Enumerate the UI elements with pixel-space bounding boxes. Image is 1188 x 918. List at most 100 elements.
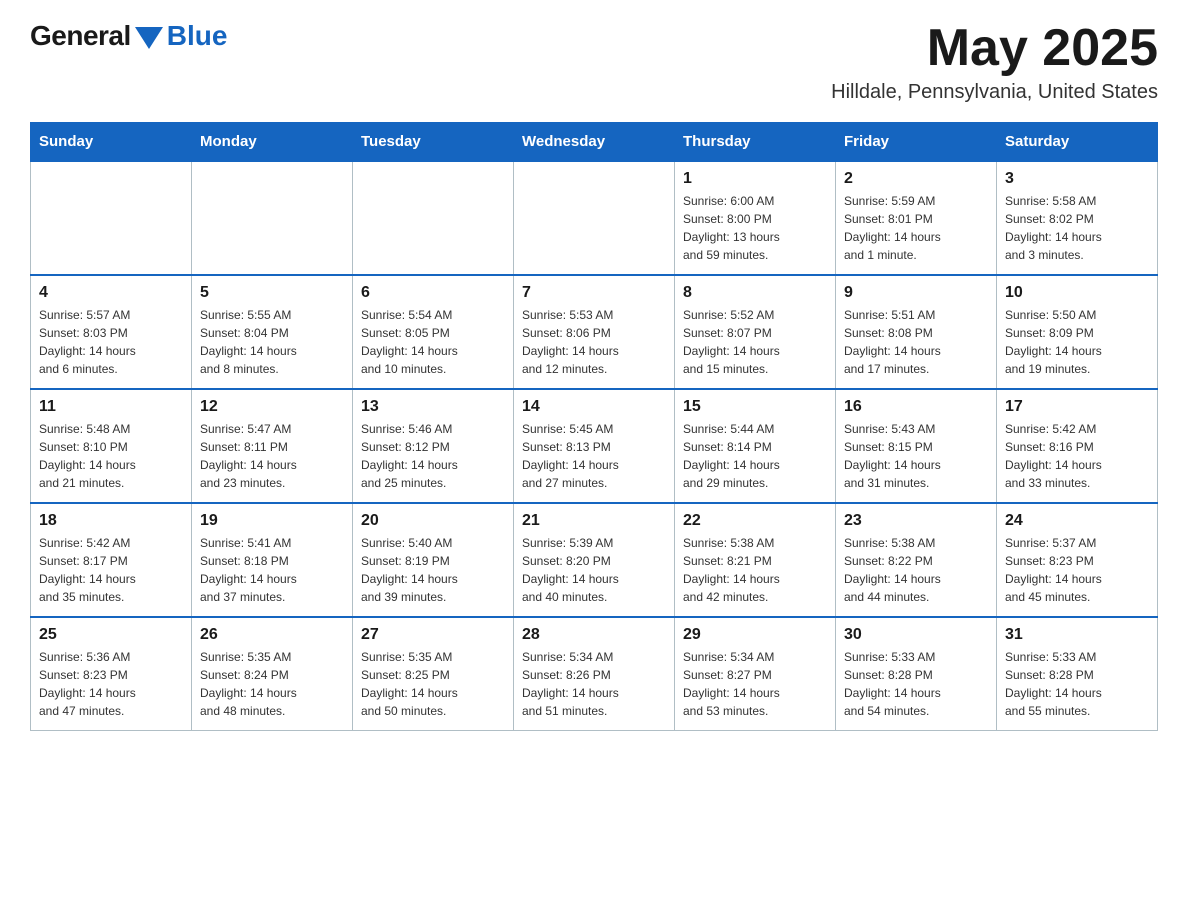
calendar-week-row: 11 Sunrise: 5:48 AM Sunset: 8:10 PM Dayli… [31,389,1158,503]
calendar-cell: 31 Sunrise: 5:33 AM Sunset: 8:28 PM Dayli… [997,617,1158,731]
calendar-day-header: Friday [836,123,997,162]
calendar-cell [31,161,192,275]
day-number: 19 [200,512,344,530]
calendar-cell: 13Sunrise: 5:46 AM Sunset: 8:12 PM Dayli… [353,389,514,503]
day-info: Sunrise: 5:38 AM Sunset: 8:22 PM Dayligh… [844,534,988,606]
day-number: 6 [361,284,505,302]
day-number: 10 [1005,284,1149,302]
calendar-cell: 2Sunrise: 5:59 AM Sunset: 8:01 PM Daylig… [836,161,997,275]
day-number: 21 [522,512,666,530]
day-info: Sunrise: 5:34 AM Sunset: 8:26 PM Dayligh… [522,648,666,720]
day-number: 23 [844,512,988,530]
calendar-cell: 22 Sunrise: 5:38 AM Sunset: 8:21 PM Dayli… [675,503,836,617]
calendar-day-header: Thursday [675,123,836,162]
day-info: Sunrise: 5:33 AM Sunset: 8:28 PM Dayligh… [844,648,988,720]
day-info: Sunrise: 5:45 AM Sunset: 8:13 PM Dayligh… [522,420,666,492]
calendar-cell: 23 Sunrise: 5:38 AM Sunset: 8:22 PM Dayli… [836,503,997,617]
day-info: Sunrise: 5:41 AM Sunset: 8:18 PM Dayligh… [200,534,344,606]
day-info: Sunrise: 5:51 AM Sunset: 8:08 PM Dayligh… [844,306,988,378]
day-info: Sunrise: 5:36 AM Sunset: 8:23 PM Dayligh… [39,648,183,720]
day-number: 16 [844,398,988,416]
logo-triangle-icon [135,27,163,49]
day-info: Sunrise: 5:35 AM Sunset: 8:25 PM Dayligh… [361,648,505,720]
day-number: 24 [1005,512,1149,530]
day-info: Sunrise: 5:57 AM Sunset: 8:03 PM Dayligh… [39,306,183,378]
day-info: Sunrise: 5:35 AM Sunset: 8:24 PM Dayligh… [200,648,344,720]
calendar-cell: 26 Sunrise: 5:35 AM Sunset: 8:24 PM Dayli… [192,617,353,731]
calendar-cell: 27 Sunrise: 5:35 AM Sunset: 8:25 PM Dayli… [353,617,514,731]
calendar-cell: 18Sunrise: 5:42 AM Sunset: 8:17 PM Dayli… [31,503,192,617]
calendar-week-row: 18Sunrise: 5:42 AM Sunset: 8:17 PM Dayli… [31,503,1158,617]
logo-blue-text: Blue [167,20,228,52]
day-info: Sunrise: 5:43 AM Sunset: 8:15 PM Dayligh… [844,420,988,492]
calendar-cell: 15 Sunrise: 5:44 AM Sunset: 8:14 PM Dayli… [675,389,836,503]
page-header: General Blue May 2025 Hilldale, Pennsylv… [30,20,1158,104]
day-info: Sunrise: 5:52 AM Sunset: 8:07 PM Dayligh… [683,306,827,378]
day-number: 8 [683,284,827,302]
day-number: 26 [200,626,344,644]
calendar-cell: 6Sunrise: 5:54 AM Sunset: 8:05 PM Daylig… [353,275,514,389]
logo: General Blue [30,20,227,52]
calendar-cell [514,161,675,275]
calendar-cell: 9Sunrise: 5:51 AM Sunset: 8:08 PM Daylig… [836,275,997,389]
day-info: Sunrise: 5:50 AM Sunset: 8:09 PM Dayligh… [1005,306,1149,378]
day-info: Sunrise: 5:34 AM Sunset: 8:27 PM Dayligh… [683,648,827,720]
calendar-cell: 4 Sunrise: 5:57 AM Sunset: 8:03 PM Daylig… [31,275,192,389]
day-info: Sunrise: 5:42 AM Sunset: 8:17 PM Dayligh… [39,534,183,606]
calendar-cell: 30Sunrise: 5:33 AM Sunset: 8:28 PM Dayli… [836,617,997,731]
calendar-cell: 19 Sunrise: 5:41 AM Sunset: 8:18 PM Dayli… [192,503,353,617]
day-number: 7 [522,284,666,302]
day-info: Sunrise: 5:46 AM Sunset: 8:12 PM Dayligh… [361,420,505,492]
day-info: Sunrise: 5:48 AM Sunset: 8:10 PM Dayligh… [39,420,183,492]
calendar-cell: 17 Sunrise: 5:42 AM Sunset: 8:16 PM Dayli… [997,389,1158,503]
day-info: Sunrise: 5:59 AM Sunset: 8:01 PM Dayligh… [844,192,988,264]
calendar-day-header: Saturday [997,123,1158,162]
calendar-cell: 16 Sunrise: 5:43 AM Sunset: 8:15 PM Dayli… [836,389,997,503]
day-info: Sunrise: 5:58 AM Sunset: 8:02 PM Dayligh… [1005,192,1149,264]
day-info: Sunrise: 5:42 AM Sunset: 8:16 PM Dayligh… [1005,420,1149,492]
calendar-cell: 1 Sunrise: 6:00 AM Sunset: 8:00 PM Daylig… [675,161,836,275]
calendar-cell: 11 Sunrise: 5:48 AM Sunset: 8:10 PM Dayli… [31,389,192,503]
day-number: 3 [1005,170,1149,188]
day-number: 29 [683,626,827,644]
calendar-week-row: 1 Sunrise: 6:00 AM Sunset: 8:00 PM Daylig… [31,161,1158,275]
day-number: 27 [361,626,505,644]
calendar-cell: 14 Sunrise: 5:45 AM Sunset: 8:13 PM Dayli… [514,389,675,503]
day-info: Sunrise: 5:44 AM Sunset: 8:14 PM Dayligh… [683,420,827,492]
day-number: 15 [683,398,827,416]
calendar-cell: 20Sunrise: 5:40 AM Sunset: 8:19 PM Dayli… [353,503,514,617]
calendar-cell: 25 Sunrise: 5:36 AM Sunset: 8:23 PM Dayli… [31,617,192,731]
day-number: 12 [200,398,344,416]
day-number: 25 [39,626,183,644]
day-number: 11 [39,398,183,416]
logo-general-text: General [30,20,131,52]
day-info: Sunrise: 6:00 AM Sunset: 8:00 PM Dayligh… [683,192,827,264]
calendar-day-header: Tuesday [353,123,514,162]
day-number: 28 [522,626,666,644]
day-number: 14 [522,398,666,416]
calendar-day-header: Monday [192,123,353,162]
location-subtitle: Hilldale, Pennsylvania, United States [831,81,1158,104]
calendar-cell [353,161,514,275]
day-number: 5 [200,284,344,302]
calendar-cell: 28 Sunrise: 5:34 AM Sunset: 8:26 PM Dayli… [514,617,675,731]
calendar-day-header: Sunday [31,123,192,162]
day-number: 1 [683,170,827,188]
calendar-cell: 12Sunrise: 5:47 AM Sunset: 8:11 PM Dayli… [192,389,353,503]
day-info: Sunrise: 5:33 AM Sunset: 8:28 PM Dayligh… [1005,648,1149,720]
day-number: 22 [683,512,827,530]
month-title: May 2025 [831,20,1158,77]
calendar-header-row: SundayMondayTuesdayWednesdayThursdayFrid… [31,123,1158,162]
calendar-day-header: Wednesday [514,123,675,162]
day-info: Sunrise: 5:38 AM Sunset: 8:21 PM Dayligh… [683,534,827,606]
calendar-cell: 5Sunrise: 5:55 AM Sunset: 8:04 PM Daylig… [192,275,353,389]
calendar-cell: 7 Sunrise: 5:53 AM Sunset: 8:06 PM Daylig… [514,275,675,389]
day-number: 31 [1005,626,1149,644]
day-info: Sunrise: 5:53 AM Sunset: 8:06 PM Dayligh… [522,306,666,378]
calendar-cell: 24Sunrise: 5:37 AM Sunset: 8:23 PM Dayli… [997,503,1158,617]
day-number: 17 [1005,398,1149,416]
day-number: 20 [361,512,505,530]
day-number: 4 [39,284,183,302]
calendar-week-row: 4 Sunrise: 5:57 AM Sunset: 8:03 PM Daylig… [31,275,1158,389]
calendar-cell [192,161,353,275]
